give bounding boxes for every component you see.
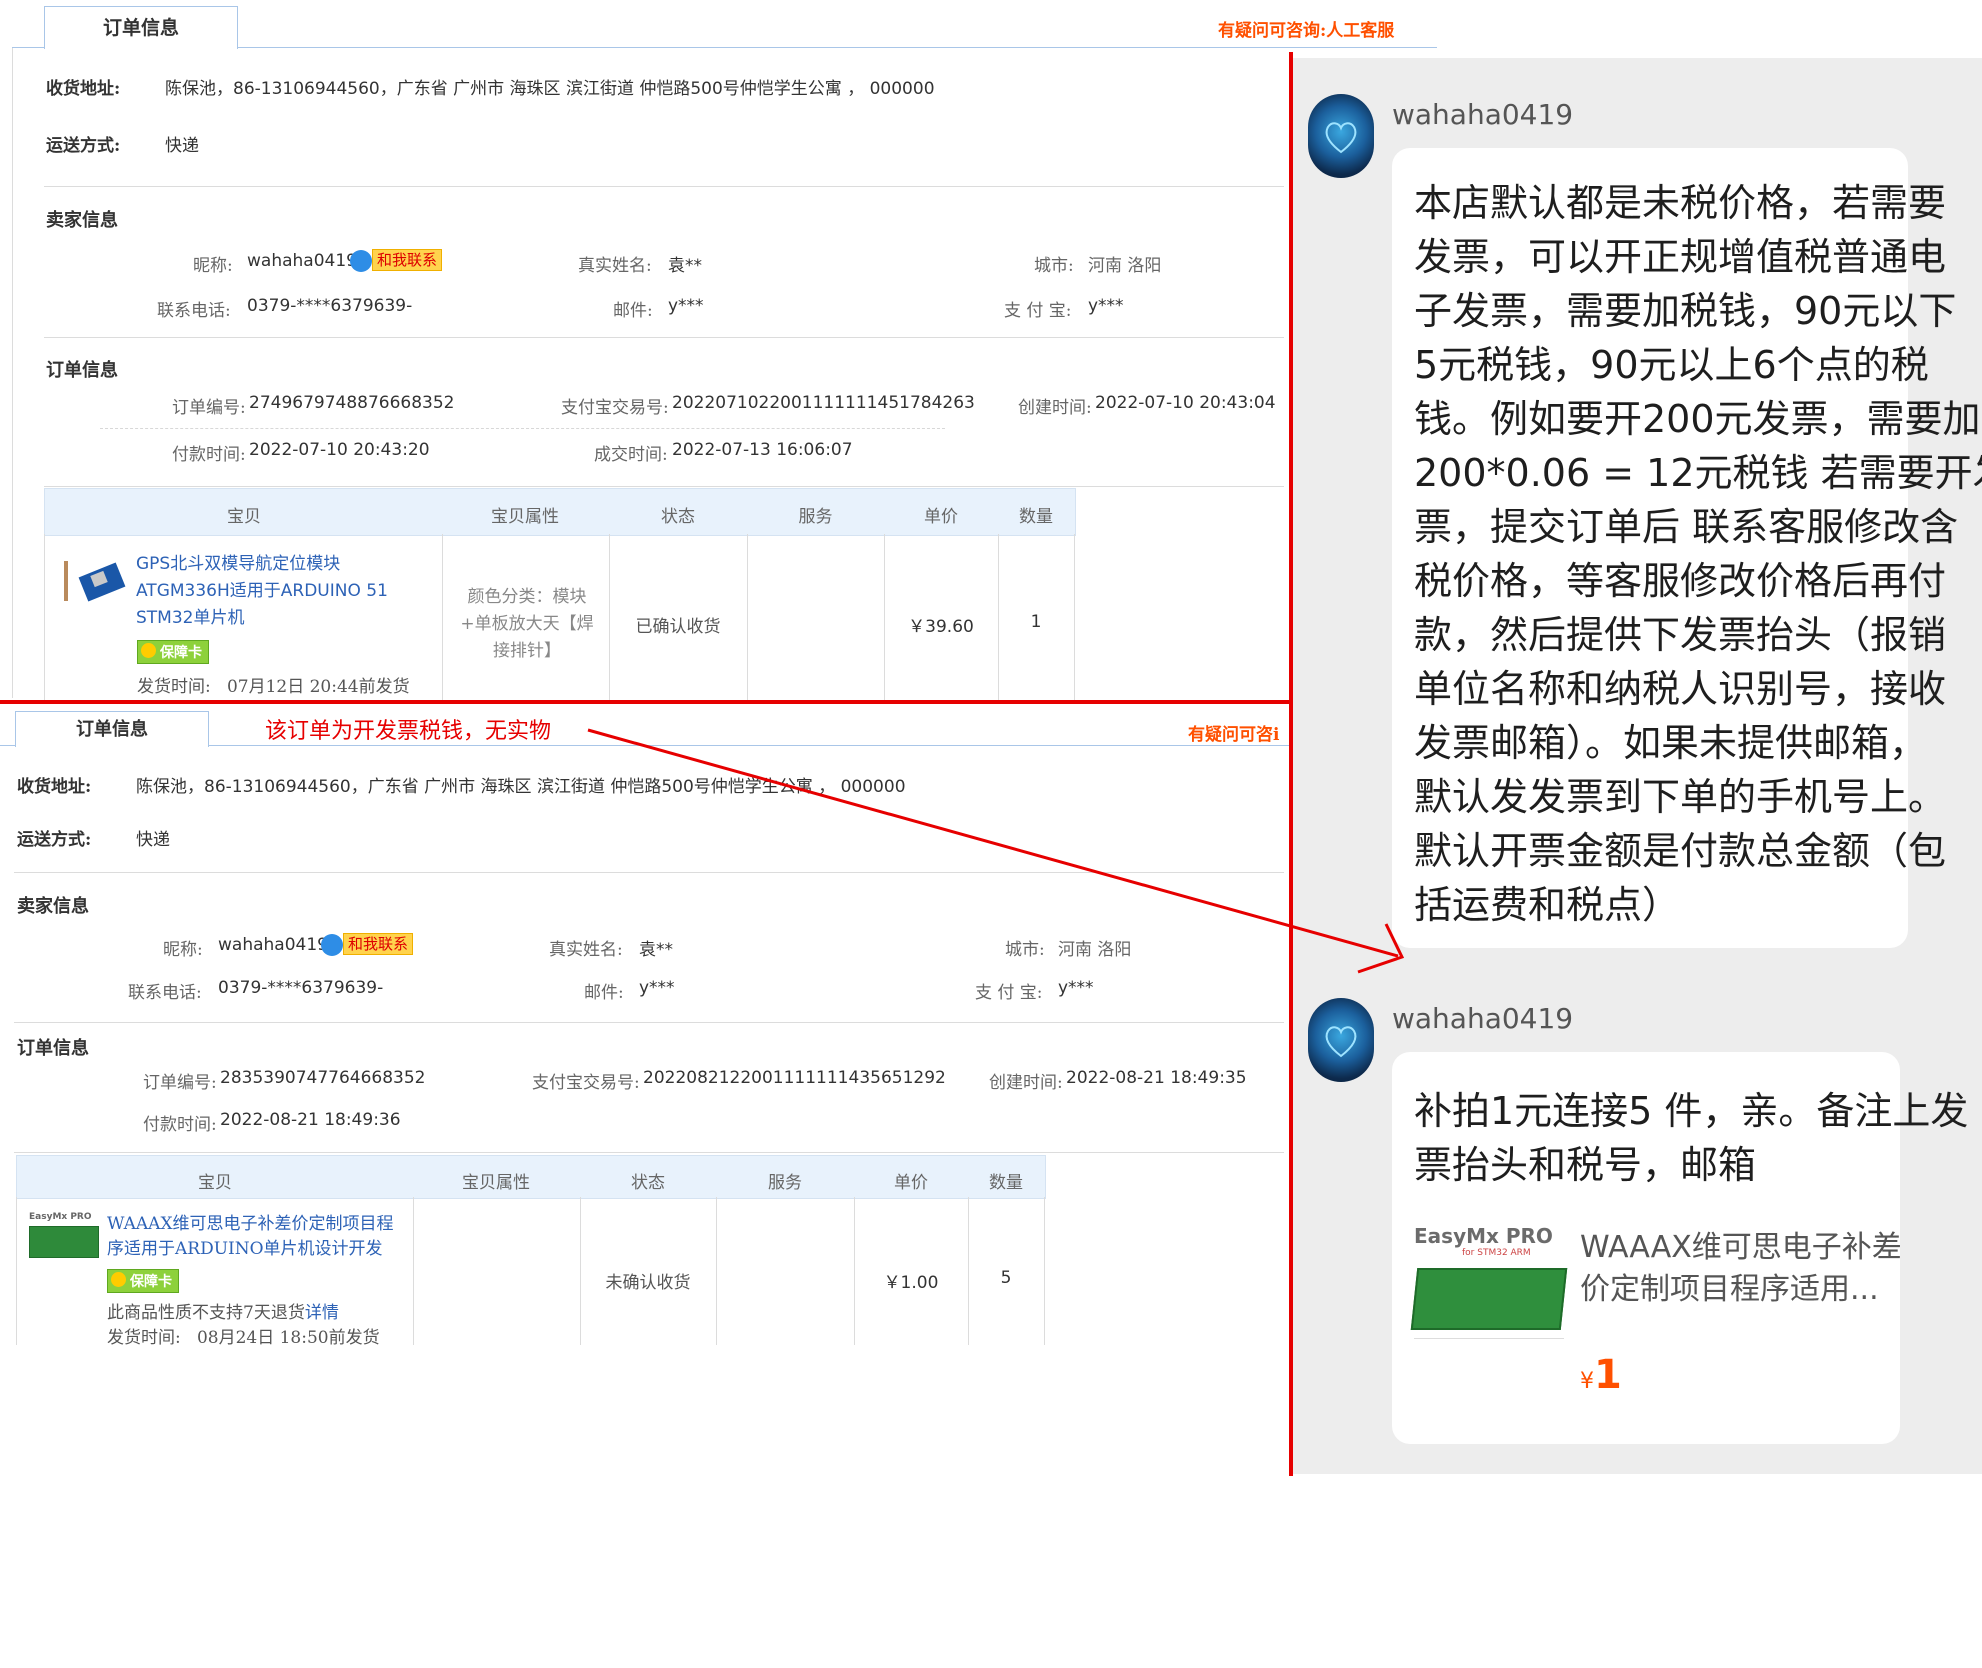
annotation-arrow (587, 728, 1405, 974)
